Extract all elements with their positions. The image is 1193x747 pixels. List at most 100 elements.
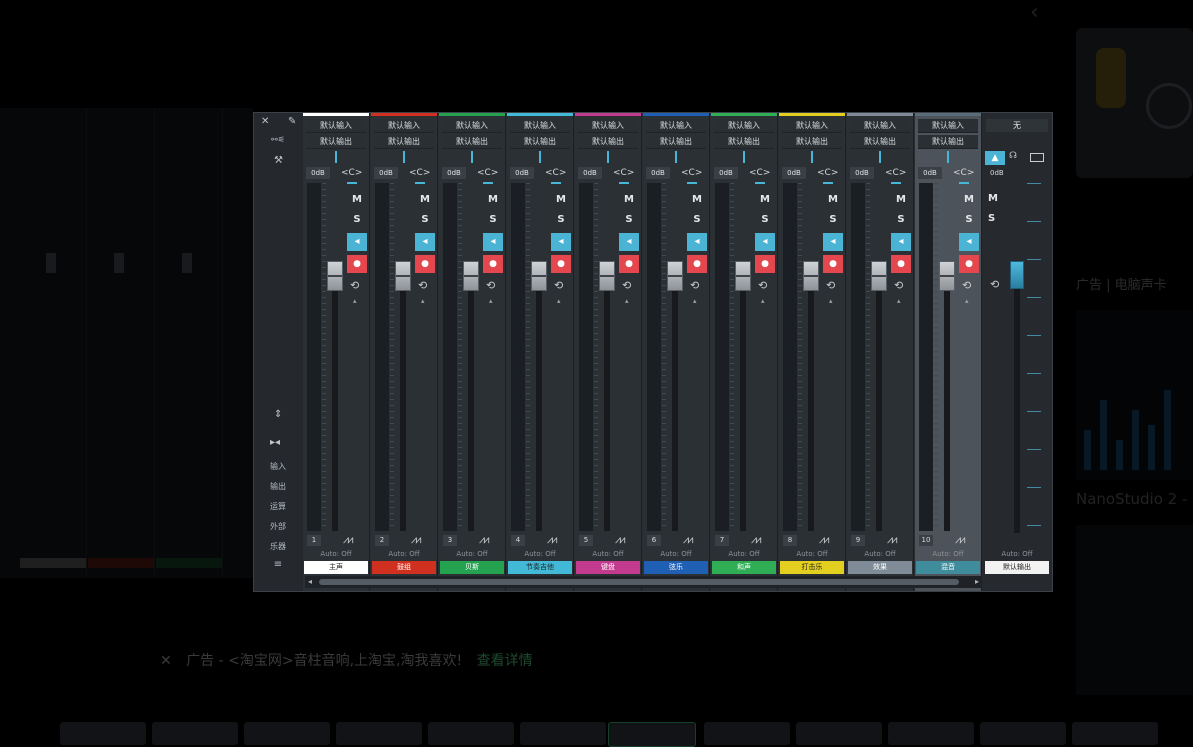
- input-select[interactable]: 默认输入: [442, 119, 502, 133]
- close-icon[interactable]: ✕: [160, 653, 172, 669]
- output-select[interactable]: 默认输出: [578, 135, 638, 149]
- thumbnail[interactable]: [520, 722, 606, 745]
- gain-value[interactable]: 0dB: [442, 167, 466, 179]
- solo-button[interactable]: S: [417, 212, 433, 228]
- gain-value[interactable]: 0dB: [374, 167, 398, 179]
- monitor-button[interactable]: ◂: [959, 233, 979, 251]
- thumbnail[interactable]: [244, 722, 330, 745]
- output-select[interactable]: 默认输出: [714, 135, 774, 149]
- pan-control[interactable]: <C>: [613, 168, 634, 178]
- channel-strip[interactable]: 默认输入 默认输出 0dB <C> M S ◂ ● ⟲ ▴ 9 ⩘⩘ Auto: Off 效果: [847, 113, 914, 591]
- waveform-icon[interactable]: ⩘⩘: [819, 533, 830, 547]
- solo-button[interactable]: S: [757, 212, 773, 228]
- scroll-right-icon[interactable]: ▸: [975, 576, 979, 588]
- monitor-button[interactable]: ◂: [551, 233, 571, 251]
- record-button[interactable]: ●: [755, 255, 775, 273]
- pan-control[interactable]: <C>: [953, 168, 974, 178]
- channel-name-label[interactable]: 混音: [916, 561, 980, 574]
- panel-external-button[interactable]: 外部: [258, 521, 298, 532]
- thumbnail[interactable]: [1072, 722, 1158, 745]
- pan-control[interactable]: <C>: [681, 168, 702, 178]
- waveform-icon[interactable]: ⩘⩘: [955, 533, 966, 547]
- channel-name-label[interactable]: 主声: [304, 561, 368, 574]
- solo-button[interactable]: S: [893, 212, 909, 228]
- gain-value[interactable]: 0dB: [578, 167, 602, 179]
- monitor-button[interactable]: ◂: [891, 233, 911, 251]
- output-select[interactable]: 默认输出: [646, 135, 706, 149]
- thumbnail[interactable]: [336, 722, 422, 745]
- expand-arrow-icon[interactable]: ▴: [625, 297, 629, 305]
- automation-icon[interactable]: ⟲: [962, 279, 971, 292]
- mute-button[interactable]: M: [689, 192, 705, 208]
- bottom-ad-link[interactable]: 查看详情: [477, 653, 533, 669]
- mute-button[interactable]: M: [757, 192, 773, 208]
- panel-insert-button[interactable]: 运算: [258, 501, 298, 512]
- gain-value[interactable]: 0dB: [918, 167, 942, 179]
- channel-strip[interactable]: 默认输入 默认输出 0dB <C> M S ◂ ● ⟲ ▴ 5 ⩘⩘ Auto: Off 键盘: [575, 113, 642, 591]
- mute-button[interactable]: M: [349, 192, 365, 208]
- record-button[interactable]: ●: [551, 255, 571, 273]
- expand-arrow-icon[interactable]: ▴: [489, 297, 493, 305]
- pan-control[interactable]: <C>: [477, 168, 498, 178]
- volume-fader[interactable]: [327, 261, 343, 291]
- expand-icon[interactable]: ⇕: [274, 409, 282, 420]
- volume-fader[interactable]: [599, 261, 615, 291]
- panel-output-button[interactable]: 输出: [258, 481, 298, 492]
- monitor-button[interactable]: ◂: [755, 233, 775, 251]
- pan-control[interactable]: <C>: [885, 168, 906, 178]
- ad-product-image-2[interactable]: [1076, 310, 1193, 480]
- mute-button[interactable]: M: [621, 192, 637, 208]
- expand-arrow-icon[interactable]: ▴: [557, 297, 561, 305]
- waveform-icon[interactable]: ⩘⩘: [547, 533, 558, 547]
- solo-button[interactable]: S: [689, 212, 705, 228]
- mute-button[interactable]: M: [893, 192, 909, 208]
- input-select[interactable]: 默认输入: [578, 119, 638, 133]
- scroll-left-icon[interactable]: ◂: [308, 576, 312, 588]
- volume-fader[interactable]: [803, 261, 819, 291]
- record-button[interactable]: ●: [347, 255, 367, 273]
- expand-arrow-icon[interactable]: ▴: [421, 297, 425, 305]
- input-select[interactable]: 默认输入: [510, 119, 570, 133]
- pan-control[interactable]: <C>: [817, 168, 838, 178]
- solo-button[interactable]: S: [961, 212, 977, 228]
- pan-control[interactable]: <C>: [749, 168, 770, 178]
- input-select[interactable]: 默认输入: [714, 119, 774, 133]
- mic-icon[interactable]: ▲: [985, 151, 1005, 165]
- solo-button[interactable]: S: [349, 212, 365, 228]
- volume-fader[interactable]: [531, 261, 547, 291]
- expand-arrow-icon[interactable]: ▴: [965, 297, 969, 305]
- output-select[interactable]: 默认输出: [850, 135, 910, 149]
- thumbnail[interactable]: [796, 722, 882, 745]
- monitor-button[interactable]: ◂: [687, 233, 707, 251]
- mute-button[interactable]: M: [553, 192, 569, 208]
- waveform-icon[interactable]: ⩘⩘: [887, 533, 898, 547]
- waveform-icon[interactable]: ⩘⩘: [343, 533, 354, 547]
- gain-value[interactable]: 0dB: [510, 167, 534, 179]
- channel-name-label[interactable]: 效果: [848, 561, 912, 574]
- solo-button[interactable]: S: [825, 212, 841, 228]
- record-button[interactable]: ●: [687, 255, 707, 273]
- output-select[interactable]: 默认输出: [918, 135, 978, 149]
- panel-input-button[interactable]: 输入: [258, 461, 298, 472]
- monitor-button[interactable]: ◂: [823, 233, 843, 251]
- scrollbar-thumb[interactable]: [319, 579, 959, 585]
- channel-name-label[interactable]: 打击乐: [780, 561, 844, 574]
- volume-fader[interactable]: [939, 261, 955, 291]
- pan-control[interactable]: <C>: [341, 168, 362, 178]
- channel-name-label[interactable]: 和声: [712, 561, 776, 574]
- monitor-button[interactable]: ◂: [347, 233, 367, 251]
- input-output-toggle[interactable]: ⚯⚟: [258, 135, 298, 144]
- record-button[interactable]: ●: [619, 255, 639, 273]
- gain-value[interactable]: 0dB: [306, 167, 330, 179]
- waveform-icon[interactable]: ⩘⩘: [615, 533, 626, 547]
- solo-button[interactable]: S: [485, 212, 501, 228]
- input-select[interactable]: 默认输入: [782, 119, 842, 133]
- channel-name-label[interactable]: 弦乐: [644, 561, 708, 574]
- gain-value[interactable]: 0dB: [850, 167, 874, 179]
- channel-name-label[interactable]: 键盘: [576, 561, 640, 574]
- input-select[interactable]: 默认输入: [646, 119, 706, 133]
- monitor-button[interactable]: ◂: [415, 233, 435, 251]
- ad-product-image-3[interactable]: [1076, 525, 1193, 695]
- ad-product-image[interactable]: [1076, 28, 1193, 178]
- gain-value[interactable]: 0dB: [714, 167, 738, 179]
